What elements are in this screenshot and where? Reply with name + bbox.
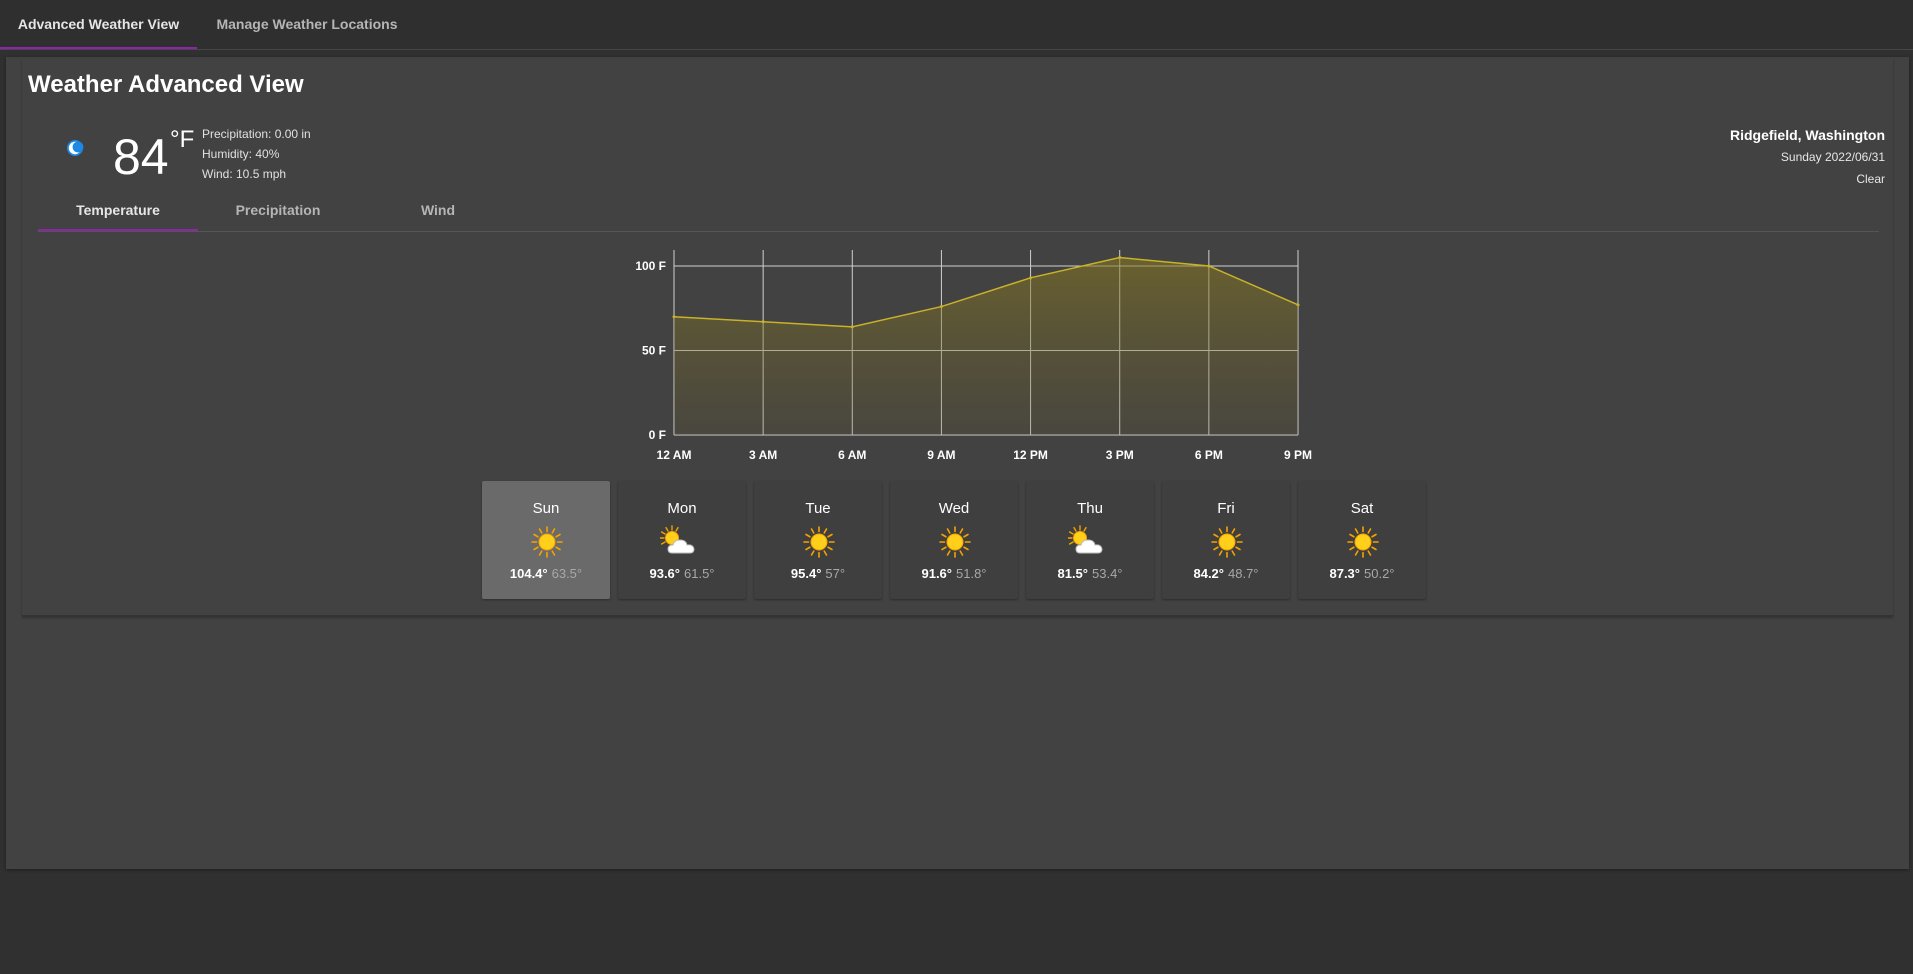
x-tick-label: 6 PM [1195,448,1223,462]
temperature-point [1118,256,1122,260]
day-temps: 84.2° 48.7° [1162,566,1290,581]
high-temp: 93.6° [649,566,680,581]
sun-icon [530,525,564,559]
tab-manage-weather-locations[interactable]: Manage Weather Locations [197,0,417,48]
temperature-point [672,315,676,319]
day-temps: 91.6° 51.8° [890,566,1018,581]
day-temps: 104.4° 63.5° [482,566,610,581]
sun-icon [1346,525,1380,559]
day-temps: 81.5° 53.4° [1026,566,1154,581]
y-tick-label: 50 F [642,344,666,358]
temperature-point [1296,303,1300,307]
day-name: Tue [805,500,831,517]
day-card-sun[interactable]: Sun 104.4° 63.5° [482,481,610,599]
y-tick-label: 0 F [649,428,666,442]
high-temp: 104.4° [509,566,548,581]
x-tick-label: 12 AM [657,448,692,462]
low-temp: 50.2° [1364,566,1395,581]
day-name: Thu [1077,500,1103,517]
temperature-point [1207,264,1211,268]
sun-icon [1210,525,1244,559]
day-name: Wed [938,500,970,517]
low-temp: 51.8° [956,566,987,581]
day-temps: 93.6° 61.5° [618,566,746,581]
day-card-wed[interactable]: Wed 91.6° 51.8° [890,481,1018,599]
day-card-thu[interactable]: Thu 81.5° 53.4° [1026,481,1154,599]
day-temps: 95.4° 57° [754,566,882,581]
sun-icon [938,525,972,559]
day-name: Sat [1350,500,1374,517]
day-card-tue[interactable]: Tue 95.4° 57° [754,481,882,599]
temperature-point [939,305,943,309]
top-nav: Advanced Weather View Manage Weather Loc… [0,0,1913,50]
temperature-area [674,257,1298,435]
weather-card: Weather Advanced View 84 °F Precipitatio… [22,57,1893,616]
low-temp: 63.5° [551,566,583,581]
x-tick-label: 3 AM [749,448,777,462]
sun-icon [802,525,836,559]
partly-cloudy-icon [1067,525,1108,559]
high-temp: 91.6° [921,566,952,581]
x-tick-label: 6 AM [838,448,866,462]
day-card-mon[interactable]: Mon 93.6° 61.5° [618,481,746,599]
day-temps: 87.3° 50.2° [1298,566,1426,581]
x-tick-label: 9 AM [927,448,955,462]
temperature-point [761,320,765,324]
high-temp: 87.3° [1329,566,1360,581]
high-temp: 84.2° [1193,566,1224,581]
day-name: Fri [1217,500,1235,517]
low-temp: 48.7° [1228,566,1259,581]
day-name: Sun [532,500,560,517]
tab-advanced-weather-view[interactable]: Advanced Weather View [0,0,197,49]
partly-cloudy-icon [659,525,700,559]
day-card-fri[interactable]: Fri 84.2° 48.7° [1162,481,1290,599]
low-temp: 61.5° [684,566,715,581]
low-temp: 57° [825,566,846,581]
high-temp: 81.5° [1057,566,1088,581]
x-tick-label: 9 PM [1284,448,1312,462]
day-card-sat[interactable]: Sat 87.3° 50.2° [1298,481,1426,599]
low-temp: 53.4° [1092,566,1123,581]
temperature-point [850,325,854,329]
day-name: Mon [667,500,697,517]
temperature-point [1029,276,1033,280]
x-tick-label: 3 PM [1106,448,1134,462]
temperature-chart: 0 F 50 F 100 F 12 AM 3 AM 6 AM 9 AM 12 PM 3 PM 6 … [635,250,1312,462]
x-tick-label: 12 PM [1013,448,1048,462]
y-tick-label: 100 F [635,259,666,273]
main-panel: Weather Advanced View 84 °F Precipitatio… [6,57,1909,869]
high-temp: 95.4° [790,566,822,581]
